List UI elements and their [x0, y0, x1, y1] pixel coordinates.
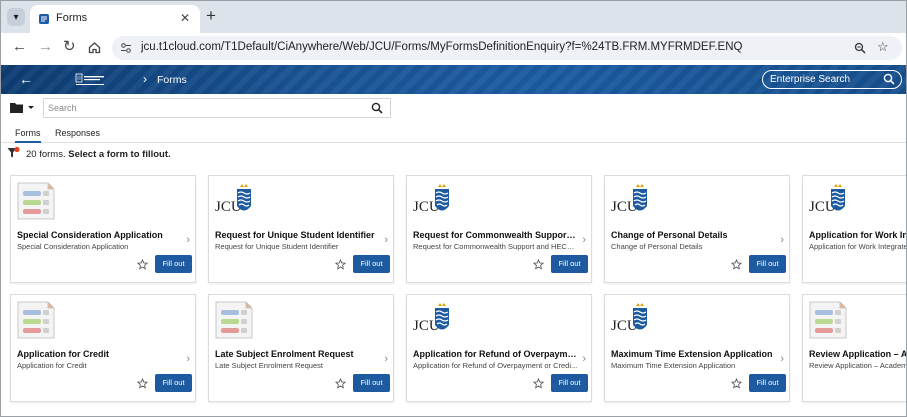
form-card-description: Application for Credit — [17, 361, 87, 370]
fill-out-button[interactable]: Fill out — [353, 255, 390, 273]
form-card-title: Application for Work Integ — [809, 230, 906, 240]
favourite-star-icon[interactable] — [731, 378, 742, 389]
jcu-logo-icon: JCU — [611, 182, 649, 220]
form-card[interactable]: JCU Application for Refund of Overpayme..… — [406, 294, 592, 402]
form-card-description: Maximum Time Extension Application — [611, 361, 736, 370]
fill-out-button[interactable]: Fill out — [749, 374, 786, 392]
form-card[interactable]: Late Subject Enrolment Request Late Subje… — [208, 294, 394, 402]
form-document-icon — [17, 182, 55, 220]
form-card[interactable]: JCU Maximum Time Extension Application Max… — [604, 294, 790, 402]
form-card-title: Change of Personal Details — [611, 230, 728, 240]
jcu-logo-icon: JCU — [215, 182, 253, 220]
form-card[interactable]: JCU Application for Work Integ Application… — [802, 175, 907, 283]
form-card-title: Application for Credit — [17, 349, 109, 359]
chevron-right-icon[interactable]: › — [582, 353, 586, 365]
form-card-description: Application for Work Integrated — [809, 242, 907, 251]
form-card-grid: Special Consideration Application Special… — [1, 1, 907, 416]
fill-out-button[interactable]: Fill out — [551, 374, 588, 392]
favourite-star-icon[interactable] — [533, 259, 544, 270]
chevron-right-icon[interactable]: › — [582, 234, 586, 246]
form-card-title: Late Subject Enrolment Request — [215, 349, 354, 359]
chevron-right-icon[interactable]: › — [780, 234, 784, 246]
jcu-logo-icon: JCU — [413, 182, 451, 220]
form-card-description: Change of Personal Details — [611, 242, 703, 251]
form-card-description: Request for Commonwealth Support and HEC… — [413, 242, 578, 251]
form-card-title: Request for Unique Student Identifier — [215, 230, 375, 240]
form-card-description: Request for Unique Student Identifier — [215, 242, 339, 251]
favourite-star-icon[interactable] — [533, 378, 544, 389]
browser-window: ▾ Forms ✕ + ← → ↻ jcu.t1cloud.com/T1Defa… — [0, 0, 907, 417]
fill-out-button[interactable]: Fill out — [155, 255, 192, 273]
form-card-title: Review Application – Aca — [809, 349, 907, 359]
fill-out-button[interactable]: Fill out — [155, 374, 192, 392]
form-card-description: Application for Refund of Overpayment or… — [413, 361, 578, 370]
form-card-title: Special Consideration Application — [17, 230, 163, 240]
form-card-title: Request for Commonwealth Support ... — [413, 230, 578, 240]
favourite-star-icon[interactable] — [731, 259, 742, 270]
form-card-description: Late Subject Enrolment Request — [215, 361, 323, 370]
form-document-icon — [809, 301, 847, 339]
fill-out-button[interactable]: Fill out — [353, 374, 390, 392]
fill-out-button[interactable]: Fill out — [551, 255, 588, 273]
form-document-icon — [215, 301, 253, 339]
form-card-description: Special Consideration Application — [17, 242, 129, 251]
favourite-star-icon[interactable] — [137, 378, 148, 389]
form-document-icon — [17, 301, 55, 339]
form-card[interactable]: JCU Request for Commonwealth Support ... R… — [406, 175, 592, 283]
form-card[interactable]: Review Application – Aca Review Applicati… — [802, 294, 907, 402]
favourite-star-icon[interactable] — [137, 259, 148, 270]
jcu-logo-icon: JCU — [611, 301, 649, 339]
favourite-star-icon[interactable] — [335, 378, 346, 389]
form-card[interactable]: JCU Change of Personal Details Change of P… — [604, 175, 790, 283]
chevron-right-icon[interactable]: › — [384, 234, 388, 246]
form-card-description: Review Application – Academic — [809, 361, 907, 370]
jcu-logo-icon: JCU — [809, 182, 847, 220]
chevron-right-icon[interactable]: › — [186, 353, 190, 365]
chevron-right-icon[interactable]: › — [384, 353, 388, 365]
jcu-logo-icon: JCU — [413, 301, 451, 339]
favourite-star-icon[interactable] — [335, 259, 346, 270]
chevron-right-icon[interactable]: › — [186, 234, 190, 246]
form-card-title: Maximum Time Extension Application — [611, 349, 773, 359]
chevron-right-icon[interactable]: › — [780, 353, 784, 365]
form-card[interactable]: Application for Credit Application for Cr… — [10, 294, 196, 402]
fill-out-button[interactable]: Fill out — [749, 255, 786, 273]
form-card-title: Application for Refund of Overpayme... — [413, 349, 578, 359]
form-card[interactable]: JCU Request for Unique Student Identifier… — [208, 175, 394, 283]
form-card[interactable]: Special Consideration Application Special… — [10, 175, 196, 283]
